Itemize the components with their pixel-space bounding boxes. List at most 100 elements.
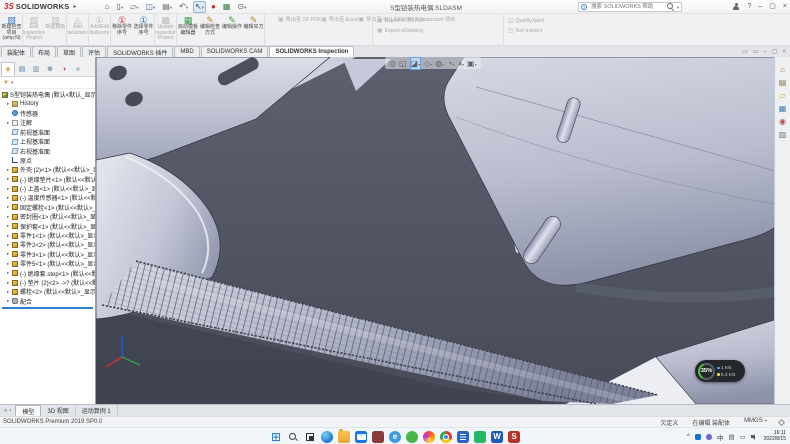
dropdown-caret-icon[interactable]: ▾: [462, 60, 464, 69]
dropdown-caret-icon[interactable]: ▾: [153, 3, 155, 12]
ribbon-button[interactable]: ▩ Update Inspection Project: [155, 14, 177, 46]
ribbon-tab[interactable]: 评估: [82, 46, 106, 57]
antivirus-shield-icon[interactable]: [706, 434, 712, 440]
logo-flyout-arrow-icon[interactable]: ▸: [73, 3, 76, 10]
status-item[interactable]: 在编辑 装配体: [692, 418, 732, 427]
dropdown-caret-icon[interactable]: ▾: [170, 3, 172, 12]
document-window-control-icon[interactable]: –: [763, 49, 766, 55]
quick-access-button[interactable]: ↖ ▾: [193, 1, 206, 13]
taskbar-app-icon[interactable]: [423, 431, 435, 443]
status-item[interactable]: 欠定义: [660, 418, 680, 427]
quick-access-button[interactable]: ▯ ▾: [114, 1, 125, 13]
dropdown-caret-icon[interactable]: ▾: [452, 60, 454, 69]
quick-access-button[interactable]: ⊙ ▾: [235, 1, 248, 13]
view-tool-button[interactable]: ◎: [389, 58, 396, 69]
quick-access-button[interactable]: ▤ ▾: [160, 1, 174, 13]
quick-access-button[interactable]: ●: [209, 1, 218, 13]
view-tool-button[interactable]: ▣ ▾: [467, 58, 477, 69]
tree-item[interactable]: ▸ 保护套<1> (默认<<默认>_显示状: [0, 221, 95, 230]
ribbon-button[interactable]: ▧ 新建检查项目 (amp;N): [1, 14, 23, 46]
export-menu-item[interactable]: ▣ Export eDrawing: [377, 26, 423, 35]
taskbar-app-icon[interactable]: [338, 431, 350, 443]
system-monitor-overlay[interactable]: 35% 1 K/s 6.3 K/s: [695, 360, 745, 382]
taskbar-app-icon[interactable]: S: [508, 431, 520, 443]
quick-access-button[interactable]: ⌂: [102, 1, 111, 13]
tree-item[interactable]: ▸ 零件3<1> (默认<<默认>_显示状态: [0, 250, 95, 259]
user-account-icon[interactable]: [732, 3, 740, 12]
quick-access-button[interactable]: ▱ ▾: [128, 1, 140, 13]
status-caret-icon[interactable]: ▾: [765, 418, 767, 423]
ribbon-tab[interactable]: MBD: [174, 46, 199, 57]
panel-tab[interactable]: ▥: [29, 62, 43, 76]
task-pane-tab-icon[interactable]: ▨: [779, 130, 787, 139]
dropdown-caret-icon[interactable]: ▾: [121, 3, 123, 12]
tree-item[interactable]: ▸ 原点: [0, 156, 95, 165]
tree-item[interactable]: ▸ 固定螺栓<1> (默认<<默认>_显示状: [0, 203, 95, 212]
tree-item[interactable]: ▸ 零件1<1> (默认<<默认>_显示状态: [0, 231, 95, 240]
dropdown-caret-icon[interactable]: ▾: [186, 3, 188, 12]
document-tab[interactable]: 运动算例 1: [76, 405, 118, 416]
help-button[interactable]: ?: [747, 0, 751, 14]
taskbar-app-icon[interactable]: [355, 431, 367, 443]
ime-indicator[interactable]: 中: [717, 432, 724, 442]
tree-item[interactable]: ▸ 配合: [0, 297, 95, 306]
view-tool-button[interactable]: ◱: [399, 58, 407, 69]
ribbon-tab[interactable]: SOLIDWORKS CAM: [201, 46, 269, 57]
dropdown-caret-icon[interactable]: ▾: [136, 3, 138, 12]
dropdown-caret-icon[interactable]: ▾: [430, 60, 432, 69]
taskbar-app-icon[interactable]: [287, 431, 299, 443]
dropdown-caret-icon[interactable]: ▾: [442, 60, 444, 69]
ribbon-tab[interactable]: 草图: [57, 46, 81, 57]
taskbar-app-icon[interactable]: [440, 431, 452, 443]
ribbon-button[interactable]: ◬ Add Characteristic: [67, 14, 89, 46]
tree-item[interactable]: ▸ (-) 绝缘垫片<1> (默认<<默认>_显: [0, 175, 95, 184]
ribbon-button[interactable]: ▨ Edit Inspection Project: [23, 14, 45, 46]
dropdown-caret-icon[interactable]: ▾: [475, 60, 477, 69]
task-pane-tab-icon[interactable]: ▤: [779, 78, 787, 87]
ribbon-button[interactable]: ✎ 编辑操作: [221, 14, 243, 46]
tree-item[interactable]: ▸ (-) 垫片 (2)<2> ->? (默认<<默认>: [0, 278, 95, 287]
tab-scroll-fwd-icon[interactable]: ‹: [9, 408, 11, 414]
taskbar-app-icon[interactable]: [406, 431, 418, 443]
onedrive-icon[interactable]: [695, 434, 701, 440]
tree-root-item[interactable]: S型铠装热电偶 (默认<默认_显示状态-1: [0, 90, 95, 99]
taskbar-app-icon[interactable]: [474, 431, 486, 443]
tree-item[interactable]: ▸ 螺栓<2> (默认<<默认>_显示状态: [0, 287, 95, 296]
document-tab[interactable]: 模型: [15, 405, 41, 416]
tree-item[interactable]: ▸ 零件2<2> (默认<<默认>_显示状态: [0, 240, 95, 249]
search-scope-icon[interactable]: ?: [581, 4, 587, 10]
view-tool-button[interactable]: ◑ ▾: [457, 58, 464, 69]
close-button[interactable]: ×: [783, 0, 787, 14]
ribbon-tab[interactable]: 布局: [32, 46, 56, 57]
document-window-control-icon[interactable]: ▭: [753, 48, 759, 55]
tree-item[interactable]: ▸ (-) 绝缘套.step<1> (默认<<默认>: [0, 268, 95, 277]
panel-tab[interactable]: ▤: [15, 62, 29, 76]
ribbon-tab[interactable]: SOLIDWORKS 插件: [107, 46, 173, 57]
tree-item[interactable]: ▸ 前视基准面: [0, 128, 95, 137]
tree-item[interactable]: ▸ 右视基准面: [0, 146, 95, 155]
ribbon-tab[interactable]: 装配体: [1, 46, 31, 57]
rollback-bar[interactable]: [2, 307, 93, 309]
dropdown-caret-icon[interactable]: ▾: [202, 3, 204, 12]
tree-item[interactable]: ▸ 零件5<1> (默认<<默认>_显示状态: [0, 259, 95, 268]
panel-tab[interactable]: ⊕: [43, 62, 57, 76]
ribbon-tab[interactable]: SOLIDWORKS Inspection: [269, 46, 354, 57]
volume-icon[interactable]: [751, 433, 759, 440]
tree-item[interactable]: ▸ 注解: [0, 118, 95, 127]
tree-item[interactable]: ▸ (-) 温度传感器<1> (默认<<默认>_: [0, 193, 95, 202]
ribbon-button[interactable]: ① 移除零件序号: [111, 14, 133, 46]
quick-access-button[interactable]: ↶ ▾: [177, 1, 190, 13]
ribbon-button[interactable]: ▦ 启动模板编辑器: [177, 14, 199, 46]
status-item[interactable]: MMGS▾: [744, 418, 767, 427]
tree-item[interactable]: ▸ 外壳 (2)<1> (默认<<默认>_显示状: [0, 165, 95, 174]
quick-access-button[interactable]: ▦: [221, 1, 233, 13]
tray-chevron-icon[interactable]: ^: [687, 433, 690, 440]
document-window-control-icon[interactable]: ▢: [772, 48, 778, 55]
panel-tab[interactable]: ◑: [57, 62, 71, 76]
3d-model-section-view[interactable]: [96, 57, 790, 404]
task-pane-tab-icon[interactable]: ▦: [779, 104, 787, 113]
search-dropdown-caret-icon[interactable]: ▾: [677, 3, 679, 12]
ribbon-button[interactable]: ① Add/Edit Balloons: [89, 14, 111, 46]
taskbar-app-icon[interactable]: [372, 431, 384, 443]
panel-tab[interactable]: »: [71, 62, 85, 76]
